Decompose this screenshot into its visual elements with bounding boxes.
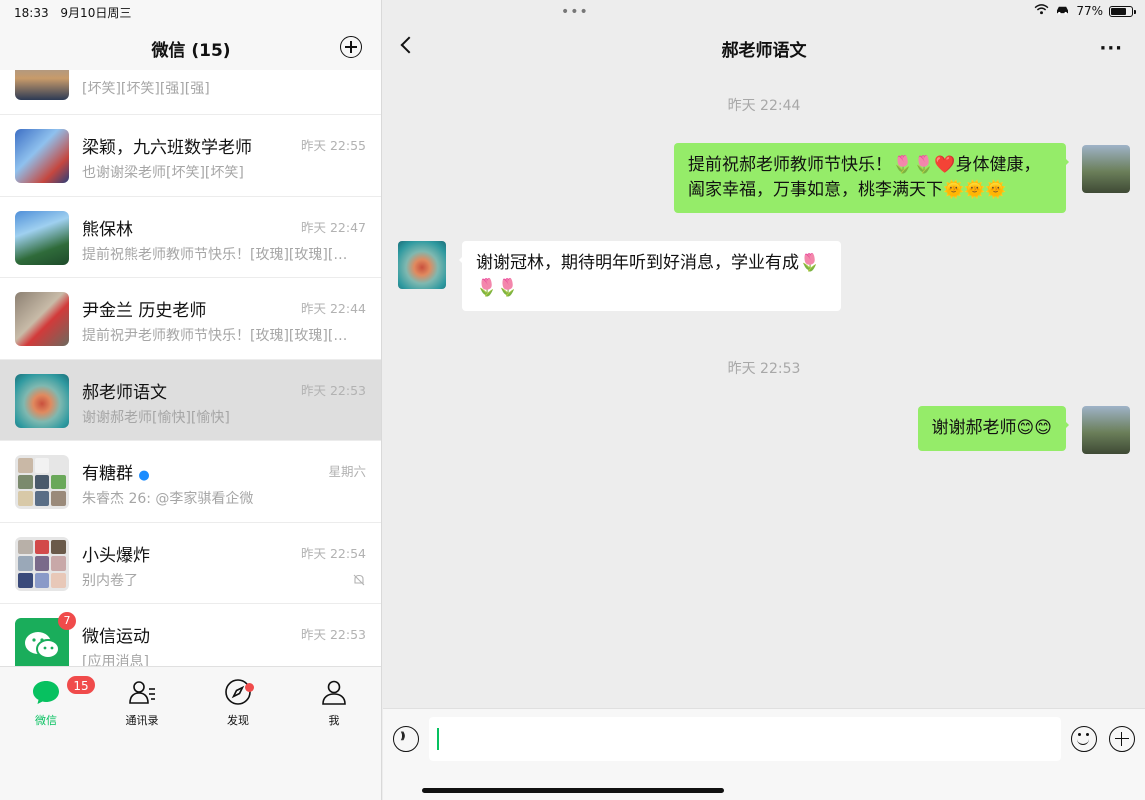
chat-name: 梁颖，九六班数学老师 — [82, 138, 252, 158]
chat-time: 星期六 — [328, 464, 366, 479]
input-bar — [383, 708, 1145, 800]
add-attachment-icon[interactable] — [1109, 726, 1135, 752]
chat-preview: 别内卷了 — [82, 572, 138, 589]
chat-bubble-icon — [31, 677, 61, 707]
car-icon — [1055, 4, 1070, 18]
tab-contacts[interactable]: 通讯录 — [112, 677, 172, 728]
message-bubble-sent[interactable]: 提前祝郝老师教师节快乐！🌷🌷❤️身体健康，阖家幸福，万事如意，桃李满天下🌞🌞🌞 — [674, 143, 1069, 213]
chat-preview: 提前祝尹老师教师节快乐！[玫瑰][玫瑰][玫瑰] — [82, 328, 352, 344]
tab-label: 我 — [328, 714, 340, 727]
contact-avatar[interactable] — [398, 241, 446, 289]
chat-list-header: 微信 (15) — [0, 24, 381, 70]
contacts-icon — [127, 677, 157, 707]
status-bar-left: 18:33 9月10日周三 — [14, 4, 139, 21]
tab-chats[interactable]: 15 微信 — [16, 675, 96, 728]
new-dot — [245, 683, 254, 692]
chat-time: 昨天 22:53 — [301, 627, 366, 642]
chat-name: 小头爆炸 — [82, 545, 150, 566]
tab-label: 通讯录 — [125, 714, 159, 727]
tab-unread-badge: 15 — [66, 675, 96, 695]
my-avatar[interactable] — [1082, 145, 1130, 193]
person-icon — [319, 677, 349, 707]
tab-label: 发现 — [227, 714, 249, 727]
chat-row[interactable]: 熊保林 昨天 22:47 提前祝熊老师教师节快乐！[玫瑰][玫瑰][玫瑰] — [0, 196, 381, 278]
chat-row-selected[interactable]: 郝老师语文 昨天 22:53 谢谢郝老师[愉快][愉快] — [0, 359, 381, 441]
mute-bell-icon — [353, 574, 365, 585]
multitask-dots-icon[interactable]: ••• — [561, 4, 589, 20]
emoji-icon[interactable] — [1071, 726, 1097, 752]
message-timestamp: 昨天 22:53 — [727, 361, 801, 377]
chat-time: 昨天 22:55 — [301, 138, 366, 153]
tab-me[interactable]: 我 — [304, 677, 364, 728]
more-dots-icon[interactable]: ··· — [1099, 38, 1123, 59]
chat-time: 昨天 22:53 — [301, 382, 366, 398]
chat-time: 昨天 22:54 — [301, 545, 366, 561]
chat-name: 微信运动 — [82, 627, 150, 647]
chat-name: 有糖群 ● — [82, 464, 150, 484]
avatar — [15, 210, 69, 265]
group-avatar — [15, 536, 69, 591]
add-plus-icon[interactable] — [340, 36, 362, 58]
chat-preview: [应用消息] — [82, 654, 149, 666]
chat-name: 熊保林 — [82, 219, 133, 240]
chat-name: 郝老师语文 — [82, 382, 167, 403]
page-title: 微信 (15) — [151, 41, 231, 61]
group-avatar — [15, 455, 69, 509]
chat-row[interactable]: 有糖群 ● 星期六 朱睿杰 26: @李家骐看企微 — [0, 441, 381, 523]
chat-list-panel: 18:33 9月10日周三 微信 (15) [坏笑][坏笑][强][强] 梁颖，… — [0, 0, 382, 800]
home-indicator — [422, 788, 724, 793]
enterprise-icon: ● — [138, 468, 150, 483]
chat-preview: [坏笑][坏笑][强][强] — [82, 81, 210, 97]
voice-input-icon[interactable] — [393, 726, 419, 752]
status-date: 9月10日周三 — [60, 6, 132, 20]
my-avatar[interactable] — [1082, 406, 1130, 454]
text-caret — [437, 728, 439, 750]
message-bubble-sent[interactable]: 谢谢郝老师😊😊 — [917, 406, 1070, 451]
conversation-title: 郝老师语文 — [721, 41, 807, 61]
chat-row[interactable]: 尹金兰 历史老师 昨天 22:44 提前祝尹老师教师节快乐！[玫瑰][玫瑰][玫… — [0, 278, 381, 360]
compass-icon — [223, 677, 253, 707]
chat-row[interactable]: 小头爆炸 昨天 22:54 别内卷了 — [0, 522, 381, 604]
chat-time: 昨天 22:47 — [301, 219, 366, 235]
avatar — [15, 129, 69, 183]
chat-row[interactable]: 7 微信运动 昨天 22:53 [应用消息] — [0, 604, 381, 666]
battery-percent: 77% — [1076, 4, 1103, 18]
battery-icon — [1109, 5, 1136, 17]
chat-list[interactable]: [坏笑][坏笑][强][强] 梁颖，九六班数学老师 昨天 22:55 也谢谢梁老… — [0, 70, 381, 666]
unread-badge: 7 — [58, 612, 76, 630]
chat-preview: 也谢谢梁老师[坏笑][坏笑] — [82, 165, 244, 181]
avatar — [15, 292, 69, 346]
conversation-panel: ••• 77% 郝老师语文 ··· 昨天 22:44 提前祝郝老师教师节快乐！🌷… — [383, 0, 1145, 800]
chat-name: 尹金兰 历史老师 — [82, 301, 207, 321]
tab-discover[interactable]: 发现 — [208, 677, 268, 728]
bottom-tab-bar: 15 微信 通讯录 发现 我 — [0, 666, 381, 800]
message-bubble-received[interactable]: 谢谢冠林，期待明年听到好消息，学业有成🌷🌷🌷 — [459, 241, 841, 311]
chat-time: 昨天 22:44 — [301, 301, 366, 316]
status-time: 18:33 — [14, 6, 49, 20]
chat-preview: 提前祝熊老师教师节快乐！[玫瑰][玫瑰][玫瑰] — [82, 246, 352, 263]
avatar — [15, 373, 69, 428]
conversation-header: 郝老师语文 ··· — [383, 24, 1145, 70]
chat-row[interactable]: [坏笑][坏笑][强][强] — [0, 70, 381, 115]
wifi-icon — [1034, 4, 1049, 18]
message-timestamp: 昨天 22:44 — [727, 98, 801, 114]
avatar — [15, 70, 69, 100]
chat-row[interactable]: 梁颖，九六班数学老师 昨天 22:55 也谢谢梁老师[坏笑][坏笑] — [0, 115, 381, 197]
status-bar-right: 77% — [1034, 4, 1136, 18]
chat-preview: 朱睿杰 26: @李家骐看企微 — [82, 491, 254, 507]
chat-preview: 谢谢郝老师[愉快][愉快] — [82, 409, 230, 426]
message-input[interactable] — [429, 717, 1061, 761]
tab-label: 微信 — [35, 714, 57, 727]
